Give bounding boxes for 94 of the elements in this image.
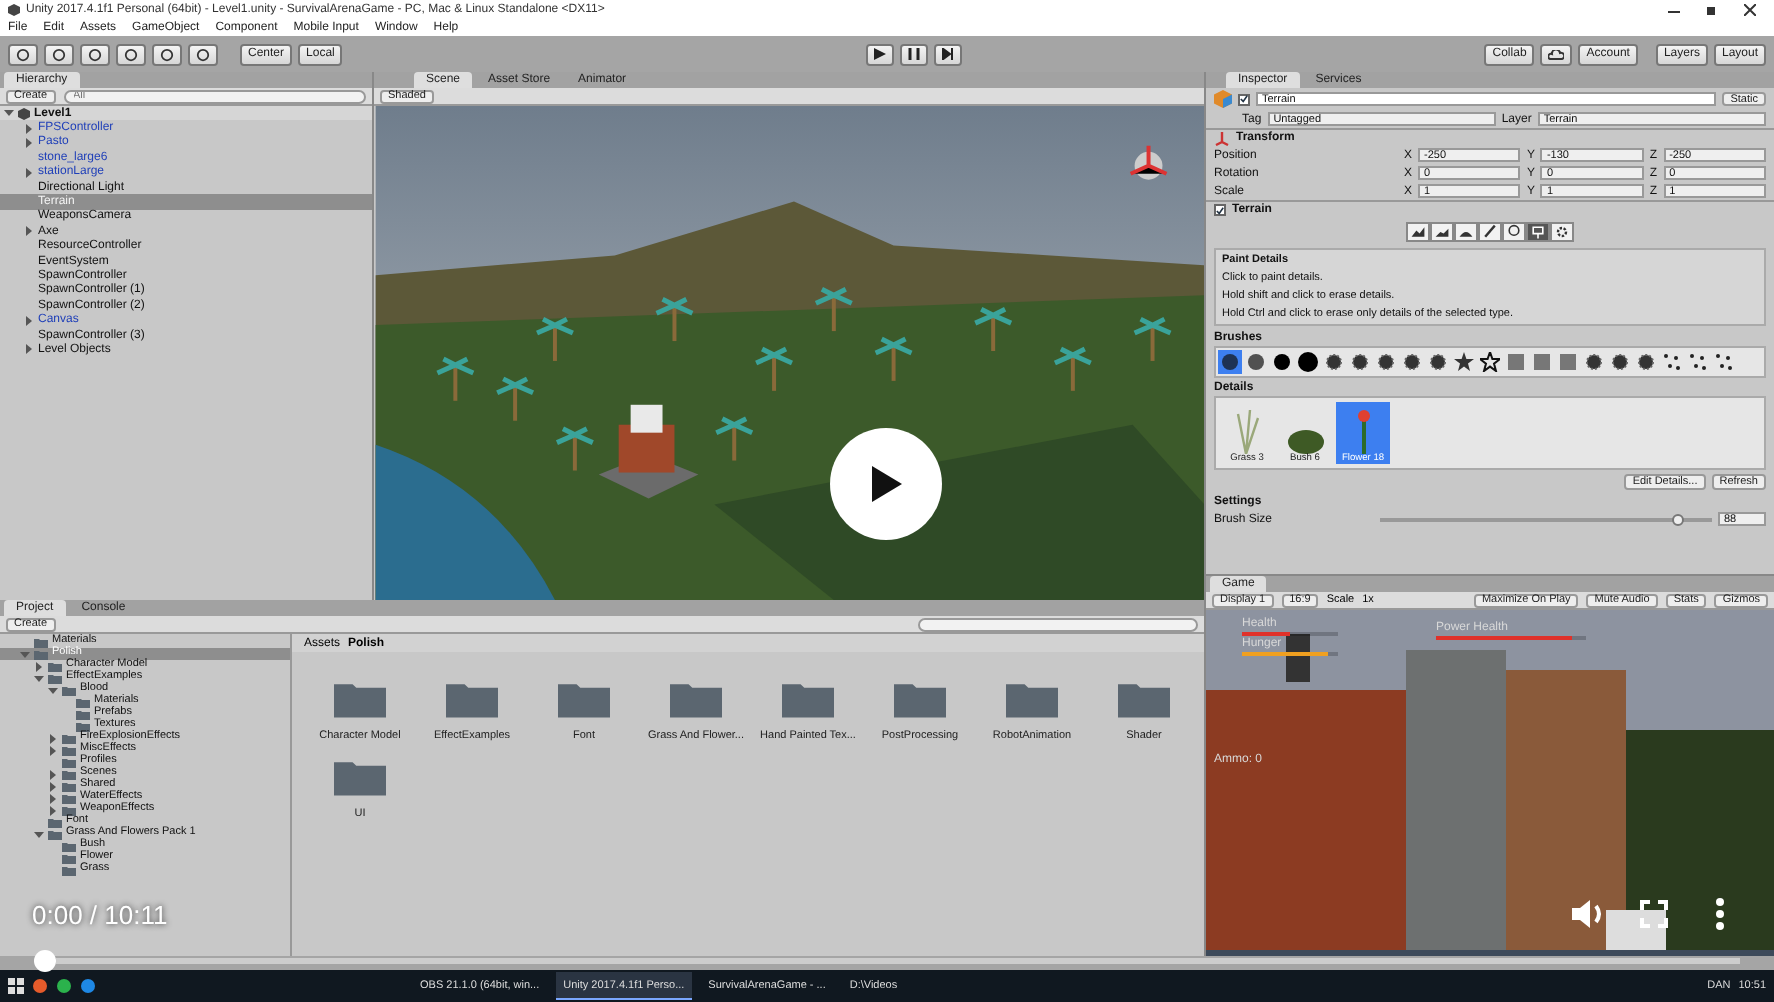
collapsed-arrow-icon[interactable]: [48, 733, 58, 743]
fullscreen-button[interactable]: [1634, 894, 1674, 934]
collapsed-arrow-icon[interactable]: [24, 315, 34, 326]
active-checkbox[interactable]: [1238, 93, 1250, 105]
terrain-tool-button[interactable]: [1550, 222, 1574, 242]
fullscreen-icon: [1640, 900, 1668, 928]
large-folder-icon: [334, 680, 386, 718]
brush-swatch[interactable]: [1556, 350, 1580, 374]
brush-swatch[interactable]: [1608, 350, 1632, 374]
tool-icon: [88, 47, 102, 61]
terrain-tool-button[interactable]: [1502, 222, 1526, 242]
brush-swatch[interactable]: [1712, 350, 1736, 374]
collapsed-arrow-icon[interactable]: [48, 793, 58, 803]
collapsed-arrow-icon[interactable]: [24, 167, 34, 178]
brush-swatch[interactable]: [1322, 350, 1346, 374]
brush-swatch[interactable]: [1504, 350, 1528, 374]
windows-start-icon[interactable]: [8, 978, 24, 994]
component-enabled-checkbox[interactable]: [1214, 204, 1226, 216]
tool-icon: [16, 47, 30, 61]
brush-swatch[interactable]: [1270, 350, 1294, 374]
brush-shape-icon: [1480, 352, 1500, 372]
step-button[interactable]: [933, 43, 962, 65]
collapsed-arrow-icon[interactable]: [24, 344, 34, 355]
large-folder-icon: [782, 680, 834, 718]
tool-icon: [196, 47, 210, 61]
large-folder-icon: [894, 680, 946, 718]
brush-swatch[interactable]: [1686, 350, 1710, 374]
brush-swatch[interactable]: [1244, 350, 1268, 374]
transform-axes-icon: [1214, 130, 1230, 146]
brush-shape-icon: [1454, 352, 1474, 372]
brush-swatch[interactable]: [1218, 350, 1242, 374]
restore-icon[interactable]: [1706, 3, 1718, 15]
large-folder-icon: [334, 758, 386, 796]
unity-logo-icon: [18, 107, 30, 120]
large-folder-icon: [446, 680, 498, 718]
collapsed-arrow-icon[interactable]: [24, 226, 34, 237]
brush-swatch[interactable]: [1660, 350, 1684, 374]
pause-button[interactable]: [899, 43, 928, 65]
expanded-arrow-icon[interactable]: [34, 829, 44, 839]
collapsed-arrow-icon[interactable]: [48, 745, 58, 755]
project-search-field[interactable]: [918, 617, 1198, 631]
tool-icon: [52, 47, 66, 61]
pause-icon: [907, 48, 920, 60]
expanded-arrow-icon[interactable]: [4, 108, 14, 119]
brush-swatch[interactable]: [1426, 350, 1450, 374]
brush-swatch[interactable]: [1634, 350, 1658, 374]
large-folder-icon: [558, 680, 610, 718]
terrain-tool-button[interactable]: [1406, 222, 1430, 242]
plant-icon: [1287, 430, 1323, 454]
plant-icon: [1235, 408, 1259, 454]
large-folder-icon: [1006, 680, 1058, 718]
play-icon: [870, 466, 902, 502]
collapsed-arrow-icon[interactable]: [34, 661, 44, 671]
brush-swatch[interactable]: [1452, 350, 1476, 374]
cube-icon: [1214, 90, 1232, 108]
large-folder-icon: [670, 680, 722, 718]
collapsed-arrow-icon[interactable]: [48, 769, 58, 779]
collapsed-arrow-icon[interactable]: [48, 781, 58, 791]
play-icon: [873, 48, 886, 60]
slider-thumb[interactable]: [1672, 513, 1685, 525]
checkmark-icon: [1216, 205, 1224, 215]
terrain-tool-button[interactable]: [1478, 222, 1502, 242]
collapsed-arrow-icon[interactable]: [24, 137, 34, 148]
play-mode-button[interactable]: [865, 43, 894, 65]
brush-shape-icon: [1714, 352, 1734, 372]
brush-swatch[interactable]: [1296, 350, 1320, 374]
terrain-tool-button[interactable]: [1526, 222, 1550, 242]
close-icon[interactable]: [1744, 3, 1756, 15]
brush-swatch[interactable]: [1478, 350, 1502, 374]
brush-size-slider[interactable]: [1380, 513, 1712, 525]
tool-icon: [124, 47, 138, 61]
collapsed-arrow-icon[interactable]: [24, 123, 34, 134]
terrain-tool-icon: [1554, 224, 1570, 240]
large-folder-icon: [1118, 680, 1170, 718]
brush-swatch[interactable]: [1400, 350, 1424, 374]
brush-swatch[interactable]: [1530, 350, 1554, 374]
brush-swatch[interactable]: [1582, 350, 1606, 374]
plant-icon: [1355, 408, 1371, 454]
terrain-tool-button[interactable]: [1454, 222, 1478, 242]
cloud-button[interactable]: [1540, 43, 1573, 65]
terrain-tool-icon: [1530, 224, 1546, 240]
tool-icon: [160, 47, 174, 61]
expanded-arrow-icon[interactable]: [48, 685, 58, 695]
step-icon: [941, 48, 954, 60]
expanded-arrow-icon[interactable]: [34, 673, 44, 683]
brush-swatch[interactable]: [1374, 350, 1398, 374]
brush-shape-icon: [1688, 352, 1708, 372]
checkmark-icon: [1240, 94, 1248, 104]
collapsed-arrow-icon[interactable]: [48, 805, 58, 815]
brush-swatch[interactable]: [1348, 350, 1372, 374]
more-options-icon: [1716, 898, 1724, 930]
terrain-tool-button[interactable]: [1430, 222, 1454, 242]
cloud-icon: [1548, 49, 1565, 59]
brush-shape-icon: [1662, 352, 1682, 372]
